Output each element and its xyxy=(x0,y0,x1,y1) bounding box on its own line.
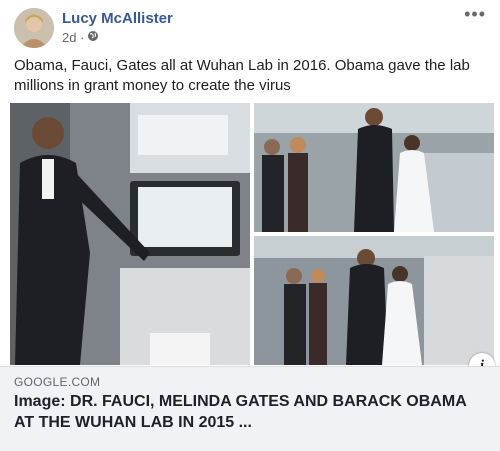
post-time[interactable]: 2d · xyxy=(62,30,84,45)
globe-icon xyxy=(87,30,99,45)
avatar[interactable] xyxy=(14,8,54,48)
link-preview-images[interactable]: i xyxy=(10,103,495,379)
post-meta: 2d · xyxy=(62,30,99,45)
lab-photo-top-right[interactable] xyxy=(254,103,494,232)
lab-photo-main[interactable] xyxy=(10,103,250,365)
more-options-icon[interactable]: ••• xyxy=(464,4,486,25)
post-text: Obama, Fauci, Gates all at Wuhan Lab in … xyxy=(14,57,470,94)
link-title[interactable]: Image: DR. FAUCI, MELINDA GATES AND BARA… xyxy=(14,391,484,433)
author-name[interactable]: Lucy McAllister xyxy=(62,10,173,27)
post-header: Lucy McAllister 2d · ••• xyxy=(14,4,486,48)
lab-photo-bottom-right[interactable] xyxy=(254,236,494,365)
link-preview-footer[interactable]: GOOGLE.COM Image: DR. FAUCI, MELINDA GAT… xyxy=(0,366,500,451)
link-domain: GOOGLE.COM xyxy=(14,375,101,389)
